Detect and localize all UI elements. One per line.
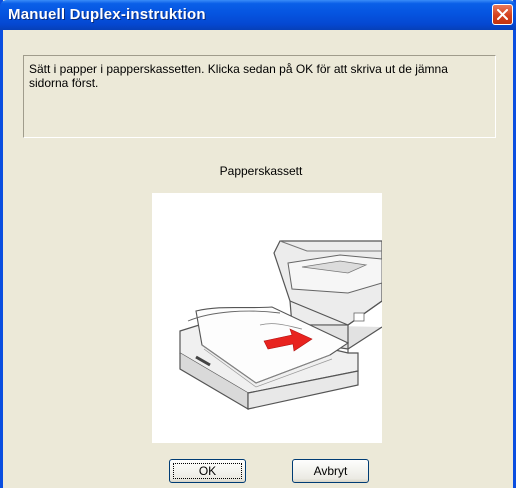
focus-rectangle [173, 463, 242, 479]
printer-paper-tray-illustration [152, 193, 383, 443]
paper-cassette-label: Papperskassett [219, 164, 303, 178]
close-button[interactable] [492, 4, 513, 25]
ok-button[interactable]: OK [169, 459, 246, 483]
cancel-button[interactable]: Avbryt [292, 459, 369, 483]
instruction-text: Sätt i papper i papperskassetten. Klicka… [29, 62, 448, 90]
dialog-window: Manuell Duplex-instruktion Sätt i papper… [0, 0, 516, 488]
instruction-group-box: Sätt i papper i papperskassetten. Klicka… [23, 55, 496, 138]
close-icon [497, 9, 508, 20]
window-title: Manuell Duplex-instruktion [8, 6, 206, 23]
title-bar[interactable]: Manuell Duplex-instruktion [0, 0, 516, 30]
cancel-button-label: Avbryt [313, 464, 348, 478]
